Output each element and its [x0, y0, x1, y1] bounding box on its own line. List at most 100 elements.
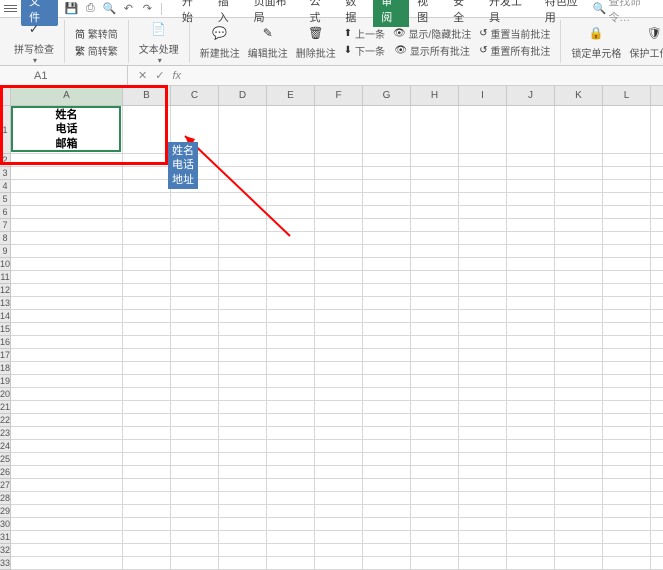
- cell[interactable]: [315, 466, 363, 479]
- cell[interactable]: [267, 232, 315, 245]
- cell[interactable]: [11, 167, 123, 180]
- cell[interactable]: [123, 466, 171, 479]
- cell[interactable]: [11, 219, 123, 232]
- cell[interactable]: [219, 427, 267, 440]
- cell[interactable]: [507, 401, 555, 414]
- cell[interactable]: [555, 466, 603, 479]
- cell[interactable]: [219, 154, 267, 167]
- cell[interactable]: [219, 323, 267, 336]
- cell[interactable]: [411, 375, 459, 388]
- redo-icon[interactable]: ↷: [140, 1, 155, 17]
- cell[interactable]: [11, 479, 123, 492]
- row-header-3[interactable]: 3: [0, 167, 11, 180]
- cell[interactable]: [603, 466, 651, 479]
- cell[interactable]: [555, 479, 603, 492]
- col-header-B[interactable]: B: [123, 86, 171, 106]
- cell[interactable]: [267, 453, 315, 466]
- cell[interactable]: [267, 479, 315, 492]
- cell[interactable]: [603, 284, 651, 297]
- cell[interactable]: [123, 531, 171, 544]
- cell[interactable]: [11, 258, 123, 271]
- cell[interactable]: [315, 544, 363, 557]
- cell[interactable]: [507, 232, 555, 245]
- cell[interactable]: [171, 258, 219, 271]
- cell[interactable]: [11, 297, 123, 310]
- cell[interactable]: [315, 310, 363, 323]
- cell[interactable]: [411, 453, 459, 466]
- cell[interactable]: [123, 362, 171, 375]
- cell[interactable]: [363, 323, 411, 336]
- cell[interactable]: [11, 206, 123, 219]
- cell[interactable]: [411, 531, 459, 544]
- cell[interactable]: [315, 206, 363, 219]
- cell[interactable]: [123, 219, 171, 232]
- undo-icon[interactable]: ↶: [121, 1, 136, 17]
- cell[interactable]: [267, 349, 315, 362]
- cell[interactable]: [363, 479, 411, 492]
- cell[interactable]: [171, 362, 219, 375]
- cell[interactable]: [123, 505, 171, 518]
- col-header-I[interactable]: I: [459, 86, 507, 106]
- cell[interactable]: [603, 167, 651, 180]
- cell[interactable]: [123, 167, 171, 180]
- cell[interactable]: [603, 440, 651, 453]
- cell[interactable]: [123, 271, 171, 284]
- cell[interactable]: [651, 258, 663, 271]
- row-header-21[interactable]: 21: [0, 401, 11, 414]
- cell[interactable]: [11, 154, 123, 167]
- cell[interactable]: [11, 440, 123, 453]
- cell[interactable]: [267, 167, 315, 180]
- cell[interactable]: [411, 323, 459, 336]
- cell[interactable]: [603, 258, 651, 271]
- cell[interactable]: [363, 167, 411, 180]
- reset-all-button[interactable]: ↺ 重置所有批注: [475, 42, 554, 59]
- cell[interactable]: [651, 440, 663, 453]
- cell[interactable]: [555, 245, 603, 258]
- cell[interactable]: 姓名电话邮箱: [11, 106, 123, 154]
- cell[interactable]: [459, 557, 507, 570]
- cell[interactable]: [507, 414, 555, 427]
- cell[interactable]: [219, 505, 267, 518]
- cell[interactable]: [555, 271, 603, 284]
- cell[interactable]: [123, 258, 171, 271]
- cell[interactable]: [11, 531, 123, 544]
- cell[interactable]: [411, 362, 459, 375]
- cell[interactable]: [315, 258, 363, 271]
- cell[interactable]: [411, 401, 459, 414]
- cell[interactable]: [219, 349, 267, 362]
- cell[interactable]: [507, 180, 555, 193]
- cell[interactable]: [555, 388, 603, 401]
- cell[interactable]: [459, 206, 507, 219]
- cell[interactable]: [459, 219, 507, 232]
- cell[interactable]: [603, 206, 651, 219]
- new-comment-button[interactable]: 💬 新建批注: [196, 21, 244, 62]
- row-header-2[interactable]: 2: [0, 154, 11, 167]
- cell[interactable]: [603, 336, 651, 349]
- cell[interactable]: [507, 453, 555, 466]
- cell[interactable]: [411, 466, 459, 479]
- cell[interactable]: [555, 193, 603, 206]
- cell[interactable]: [363, 180, 411, 193]
- cell[interactable]: [651, 427, 663, 440]
- cell[interactable]: [603, 375, 651, 388]
- cell[interactable]: [651, 349, 663, 362]
- cell[interactable]: [507, 258, 555, 271]
- cell[interactable]: [411, 310, 459, 323]
- cell[interactable]: [267, 154, 315, 167]
- fx-label[interactable]: fx: [172, 70, 181, 82]
- cell[interactable]: [363, 466, 411, 479]
- cell[interactable]: [459, 544, 507, 557]
- cell[interactable]: [603, 401, 651, 414]
- cell[interactable]: [459, 245, 507, 258]
- delete-comment-button[interactable]: 🗑 删除批注: [292, 21, 340, 62]
- text-process-button[interactable]: 📄 文本处理▾: [135, 17, 183, 67]
- cell[interactable]: [555, 375, 603, 388]
- cell[interactable]: [507, 284, 555, 297]
- print-icon[interactable]: ⎙: [83, 1, 98, 17]
- row-header-30[interactable]: 30: [0, 518, 11, 531]
- cell[interactable]: [651, 375, 663, 388]
- cell[interactable]: [267, 427, 315, 440]
- cell[interactable]: [315, 518, 363, 531]
- cell[interactable]: [123, 336, 171, 349]
- cell[interactable]: [315, 284, 363, 297]
